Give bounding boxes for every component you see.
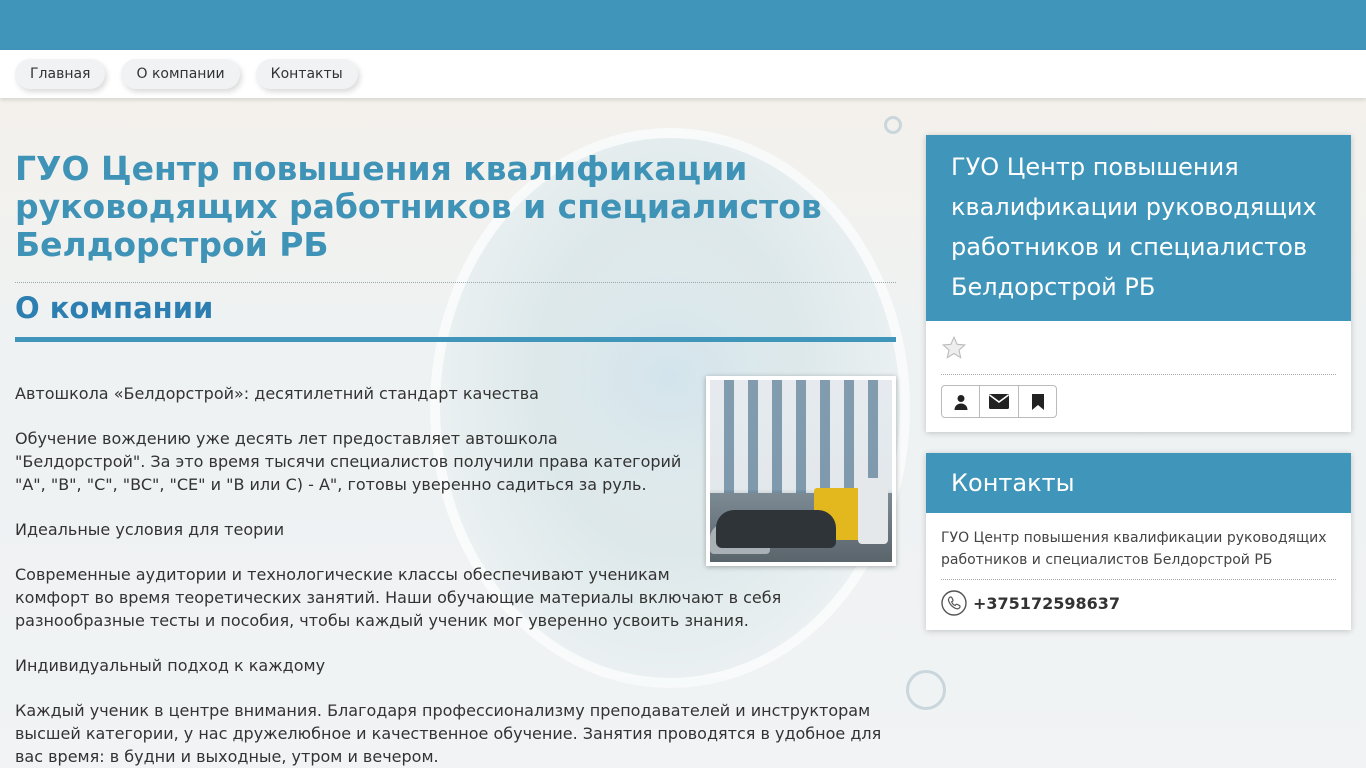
main-content: ГУО Центр повышения квалификации руковод…: [15, 150, 896, 768]
phone-row: +375172598637: [941, 590, 1336, 616]
action-buttons: [941, 385, 1336, 418]
company-panel: ГУО Центр повышения квалификации руковод…: [926, 135, 1351, 432]
paragraph: Современные аудитории и технологические …: [15, 565, 782, 630]
article-body: Автошкола «Белдорстрой»: десятилетний ст…: [15, 376, 896, 768]
user-icon: [954, 394, 967, 410]
paragraph: Индивидуальный подход к каждому: [15, 656, 326, 675]
user-button[interactable]: [941, 385, 980, 418]
main-nav: Главная О компании Контакты: [0, 50, 1366, 98]
paragraph: Каждый ученик в центре внимания. Благода…: [15, 701, 882, 766]
bookmark-icon: [1031, 393, 1044, 410]
nav-item-home[interactable]: Главная: [15, 59, 106, 89]
phone-number[interactable]: +375172598637: [973, 594, 1120, 613]
email-button[interactable]: [979, 385, 1019, 418]
background-dot: [884, 116, 902, 134]
star-icon[interactable]: [941, 335, 1336, 375]
envelope-icon: [989, 394, 1009, 409]
contacts-panel-title: Контакты: [926, 453, 1351, 513]
page-title: ГУО Центр повышения квалификации руковод…: [15, 150, 896, 283]
top-bar: [0, 0, 1366, 50]
nav-item-contacts[interactable]: Контакты: [255, 59, 358, 89]
company-photo: [706, 376, 896, 566]
contacts-org-name: ГУО Центр повышения квалификации руковод…: [941, 527, 1336, 580]
bookmark-button[interactable]: [1018, 385, 1057, 418]
section-title: О компании: [15, 283, 896, 342]
company-panel-title: ГУО Центр повышения квалификации руковод…: [926, 135, 1351, 321]
contacts-panel: Контакты ГУО Центр повышения квалификаци…: [926, 453, 1351, 630]
nav-item-about[interactable]: О компании: [121, 59, 240, 89]
photo-image: [710, 380, 892, 562]
background-dot: [906, 670, 946, 710]
phone-icon: [941, 590, 967, 616]
